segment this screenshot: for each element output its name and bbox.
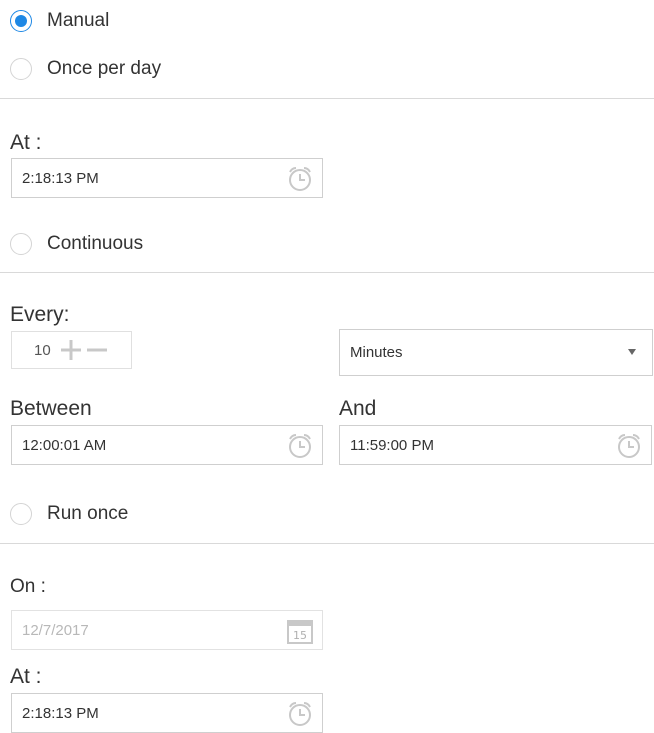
caret-down-icon <box>628 349 636 355</box>
every-unit-select[interactable]: Minutes <box>339 329 653 376</box>
radio-continuous-label: Continuous <box>47 233 144 254</box>
radio-once-per-day[interactable]: Once per day <box>10 58 161 80</box>
decrement-button[interactable] <box>84 337 110 363</box>
radio-manual[interactable]: Manual <box>10 10 109 32</box>
radio-manual-label: Manual <box>47 10 110 31</box>
divider <box>0 98 654 99</box>
radio-once-per-day-indicator[interactable] <box>10 58 32 80</box>
increment-button[interactable] <box>58 337 84 363</box>
divider <box>0 272 654 273</box>
run-once-date-value: 12/7/2017 <box>22 621 89 639</box>
alarm-clock-icon[interactable] <box>615 432 643 460</box>
between-time-value: 12:00:01 AM <box>22 436 107 454</box>
divider <box>0 543 654 544</box>
and-time-field[interactable]: 11:59:00 PM <box>339 425 652 465</box>
plus-icon <box>61 340 81 360</box>
calendar-day: 15 <box>293 629 307 642</box>
radio-continuous[interactable]: Continuous <box>10 233 143 255</box>
and-time-value: 11:59:00 PM <box>350 436 434 454</box>
between-time-field[interactable]: 12:00:01 AM <box>11 425 323 465</box>
alarm-clock-icon[interactable] <box>286 700 314 728</box>
radio-continuous-indicator[interactable] <box>10 233 32 255</box>
radio-manual-indicator[interactable] <box>10 10 32 32</box>
once-per-day-time-field[interactable]: 2:18:13 PM <box>11 158 323 198</box>
minus-icon <box>87 348 107 352</box>
radio-run-once-label: Run once <box>47 503 129 524</box>
run-once-at-label: At : <box>10 665 42 688</box>
once-per-day-at-label: At : <box>10 131 42 154</box>
and-label: And <box>339 397 377 420</box>
between-label: Between <box>10 397 92 420</box>
every-value: 10 <box>34 341 51 359</box>
alarm-clock-icon[interactable] <box>286 432 314 460</box>
run-once-on-label: On : <box>10 576 46 597</box>
run-once-date-field[interactable]: 12/7/2017 15 <box>11 610 323 650</box>
radio-run-once-indicator[interactable] <box>10 503 32 525</box>
once-per-day-time-value: 2:18:13 PM <box>22 169 99 187</box>
calendar-icon[interactable]: 15 <box>286 617 314 645</box>
run-once-time-value: 2:18:13 PM <box>22 704 99 722</box>
every-stepper[interactable]: 10 <box>11 331 132 369</box>
radio-once-per-day-label: Once per day <box>47 58 162 79</box>
run-once-time-field[interactable]: 2:18:13 PM <box>11 693 323 733</box>
every-unit-value: Minutes <box>350 344 403 361</box>
alarm-clock-icon[interactable] <box>286 165 314 193</box>
every-label: Every: <box>10 303 70 326</box>
radio-run-once[interactable]: Run once <box>10 503 128 525</box>
